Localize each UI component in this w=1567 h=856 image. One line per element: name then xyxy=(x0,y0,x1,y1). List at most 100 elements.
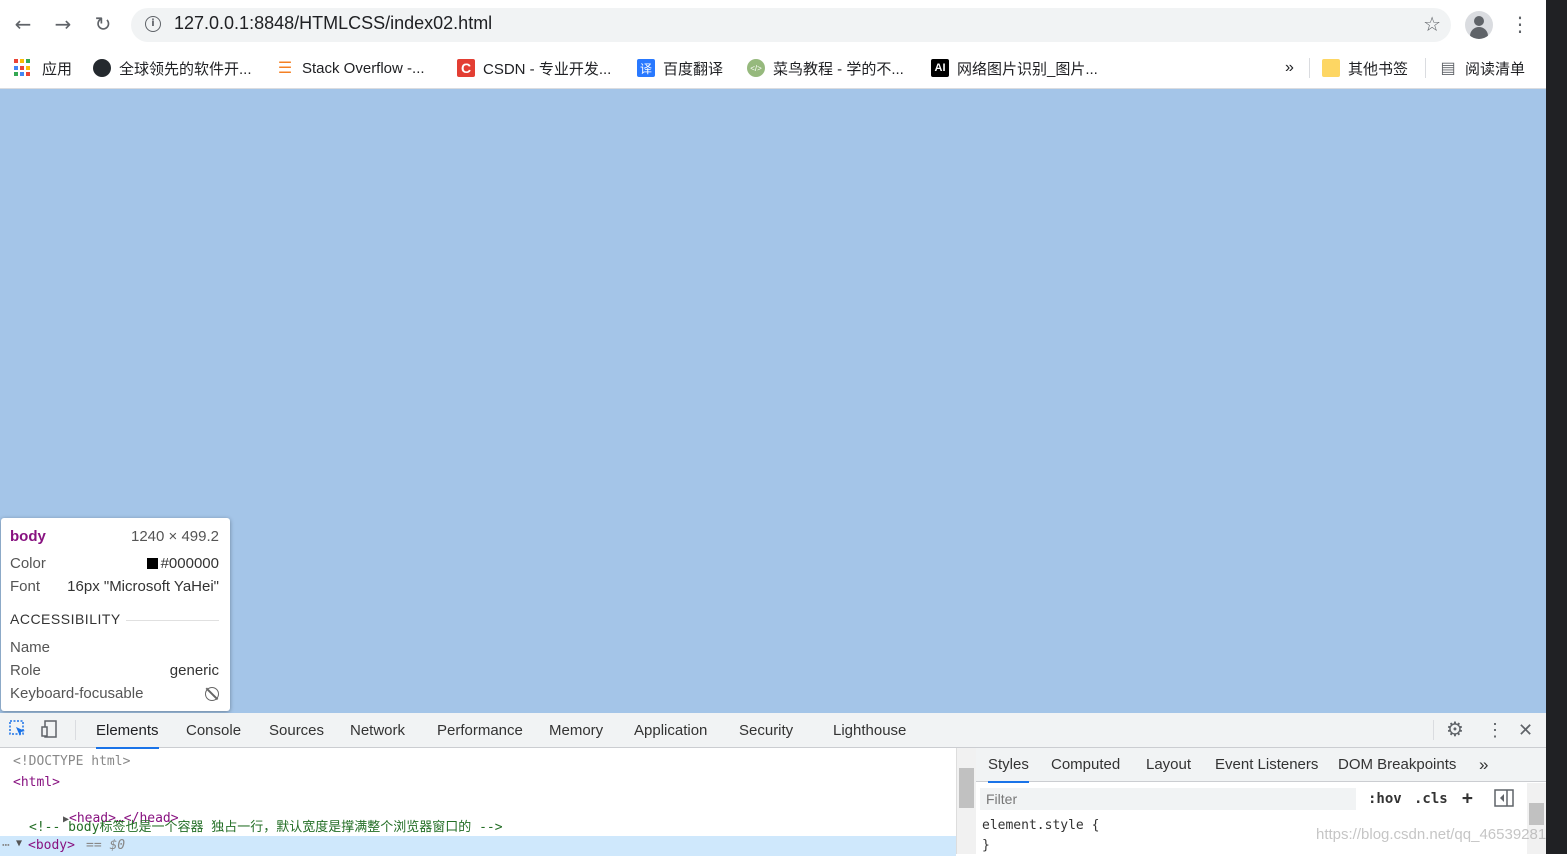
tab-dom-breakpoints[interactable]: DOM Breakpoints xyxy=(1338,748,1456,781)
settings-gear-icon[interactable]: ⚙ xyxy=(1446,719,1464,741)
tooltip-label: Name xyxy=(10,639,51,656)
dom-body-tag: <body> xyxy=(28,838,75,853)
styles-overflow-button[interactable]: » xyxy=(1479,748,1488,781)
bookmark-csdn[interactable]: C CSDN - 专业开发... xyxy=(457,58,611,78)
device-toolbar-icon[interactable] xyxy=(40,719,60,741)
reading-list-icon: ▤ xyxy=(1440,60,1456,77)
inspect-element-icon[interactable] xyxy=(8,719,28,741)
reading-list-button[interactable]: ▤ 阅读清单 xyxy=(1439,58,1525,78)
new-style-rule-button[interactable]: + xyxy=(1462,788,1473,810)
bookmark-baidu-translate[interactable]: 译 百度翻译 xyxy=(637,58,723,78)
watermark-text: https://blog.csdn.net/qq_46539281 xyxy=(1316,826,1547,843)
bookmark-label: 网络图片识别_图片... xyxy=(957,60,1098,78)
bookmark-label: 其他书签 xyxy=(1348,60,1409,78)
tab-styles[interactable]: Styles xyxy=(988,748,1029,783)
runoob-icon: </> xyxy=(747,59,765,77)
tab-lighthouse[interactable]: Lighthouse xyxy=(833,713,906,747)
tab-security[interactable]: Security xyxy=(739,713,793,747)
tooltip-value: 16px "Microsoft YaHei" xyxy=(67,578,219,595)
element-style-close: } xyxy=(982,838,990,853)
tooltip-label: Color xyxy=(10,555,46,572)
tab-computed[interactable]: Computed xyxy=(1051,748,1120,781)
bookmark-label: 百度翻译 xyxy=(663,60,724,78)
styles-scrollbar[interactable] xyxy=(1527,783,1546,854)
tab-network[interactable]: Network xyxy=(350,713,405,747)
tooltip-value: #000000 xyxy=(160,555,219,572)
page-viewport-body-highlight xyxy=(0,89,1546,713)
tab-event-listeners[interactable]: Event Listeners xyxy=(1215,748,1318,781)
close-devtools-icon[interactable]: ✕ xyxy=(1518,719,1533,741)
tooltip-label: Font xyxy=(10,578,41,595)
bookmark-label: CSDN - 专业开发... xyxy=(483,60,612,78)
tooltip-color-row: Color #000000 xyxy=(10,555,219,572)
tooltip-dimensions: 1240 × 499.2 xyxy=(130,528,219,545)
toolbar-separator xyxy=(1433,720,1434,740)
tab-application[interactable]: Application xyxy=(634,713,707,747)
tab-layout[interactable]: Layout xyxy=(1146,748,1191,781)
bookmark-runoob[interactable]: </> 菜鸟教程 - 学的不... xyxy=(747,58,904,78)
devtools-tabbar: Elements Console Sources Network Perform… xyxy=(0,713,1546,749)
baidu-translate-icon: 译 xyxy=(637,59,655,77)
profile-avatar[interactable] xyxy=(1465,11,1493,39)
folder-icon xyxy=(1322,59,1340,77)
window-edge xyxy=(1546,0,1567,854)
bookmark-label: 应用 xyxy=(42,60,73,78)
bookmark-label: 阅读清单 xyxy=(1465,60,1526,78)
bookmark-github[interactable]: 全球领先的软件开... xyxy=(93,58,252,78)
elements-scrollbar[interactable] xyxy=(956,748,976,854)
tooltip-divider xyxy=(126,620,219,621)
tooltip-focusable-row: Keyboard-focusable xyxy=(10,685,219,702)
bookmarks-bar: 应用 全球领先的软件开... ☰ Stack Overflow -... C C… xyxy=(0,50,1546,89)
bookmark-label: Stack Overflow -... xyxy=(302,59,425,77)
tab-elements[interactable]: Elements xyxy=(96,713,159,749)
color-swatch xyxy=(146,558,158,569)
dom-comment[interactable]: <!-- body标签也是一个容器 独占一行，默认宽度是撑满整个浏览器窗口的 -… xyxy=(29,816,503,835)
stackoverflow-icon: ☰ xyxy=(277,60,293,77)
bookmarks-overflow-button[interactable]: » xyxy=(1285,58,1294,78)
github-icon xyxy=(93,59,111,77)
bookmark-ai-image[interactable]: AI 网络图片识别_图片... xyxy=(931,58,1098,78)
tooltip-font-row: Font 16px "Microsoft YaHei" xyxy=(10,578,219,595)
bookmark-star-icon[interactable]: ☆ xyxy=(1423,12,1441,36)
not-focusable-icon xyxy=(205,686,219,701)
browser-menu-icon[interactable]: ⋮ xyxy=(1510,12,1530,36)
address-bar[interactable]: i 127.0.0.1:8848/HTMLCSS/index02.html ☆ xyxy=(131,8,1451,42)
tooltip-role-row: Role generic xyxy=(10,662,219,679)
row-more-icon[interactable]: ⋯ xyxy=(2,838,10,853)
collapse-triangle-icon[interactable]: ▼ xyxy=(16,838,22,849)
dom-doctype[interactable]: <!DOCTYPE html> xyxy=(13,754,130,769)
ai-icon: AI xyxy=(931,59,949,77)
element-style-rule[interactable]: element.style { xyxy=(982,818,1099,833)
dom-body-selected-row[interactable]: ⋯ ▼ <body> == $0 xyxy=(0,836,956,856)
bookmarks-separator xyxy=(1425,58,1426,78)
tab-console[interactable]: Console xyxy=(186,713,241,747)
forward-button[interactable]: → xyxy=(51,12,75,36)
arrow-right-icon: → xyxy=(54,12,72,36)
tooltip-tag: body xyxy=(10,528,46,545)
toggle-sidebar-icon[interactable] xyxy=(1494,789,1514,814)
hov-toggle-button[interactable]: :hov xyxy=(1368,788,1402,810)
elements-tree: <!DOCTYPE html> <html> ▶<head>…</head> <… xyxy=(0,748,956,856)
browser-toolbar: ← → ↻ i 127.0.0.1:8848/HTMLCSS/index02.h… xyxy=(0,0,1546,50)
reload-icon: ↻ xyxy=(94,12,112,36)
bookmark-stackoverflow[interactable]: ☰ Stack Overflow -... xyxy=(276,58,425,78)
styles-tabbar: Styles Computed Layout Event Listeners D… xyxy=(976,748,1546,783)
bookmark-label: 菜鸟教程 - 学的不... xyxy=(773,60,904,78)
bookmark-other-folder[interactable]: 其他书签 xyxy=(1322,58,1408,78)
url-text[interactable]: 127.0.0.1:8848/HTMLCSS/index02.html xyxy=(174,13,492,34)
styles-filter-input[interactable]: Filter xyxy=(980,788,1356,810)
tab-memory[interactable]: Memory xyxy=(549,713,603,747)
site-info-icon[interactable]: i xyxy=(145,16,161,32)
tab-performance[interactable]: Performance xyxy=(437,713,523,747)
devtools-menu-icon[interactable]: ⋮ xyxy=(1486,719,1504,741)
bookmark-apps[interactable]: 应用 xyxy=(14,58,72,78)
tooltip-accessibility-heading: ACCESSIBILITY xyxy=(10,611,121,627)
tooltip-label: Role xyxy=(10,662,41,679)
tooltip-header: body 1240 × 499.2 xyxy=(10,528,219,545)
cls-toggle-button[interactable]: .cls xyxy=(1414,788,1448,810)
toolbar-separator xyxy=(75,720,76,740)
reload-button[interactable]: ↻ xyxy=(91,12,115,36)
dom-html-open[interactable]: <html> xyxy=(13,775,60,790)
tab-sources[interactable]: Sources xyxy=(269,713,324,747)
back-button[interactable]: ← xyxy=(11,12,35,36)
